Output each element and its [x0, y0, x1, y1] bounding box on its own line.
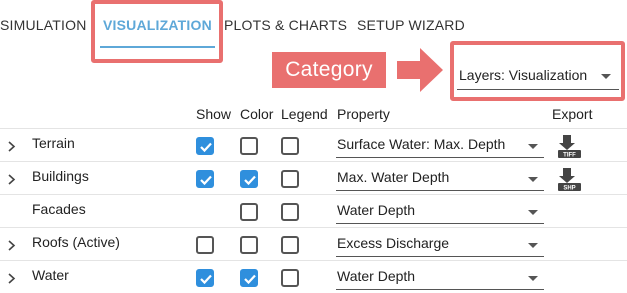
category-callout: Category — [272, 52, 386, 88]
row-divider — [0, 227, 627, 228]
caret-down-icon — [528, 144, 538, 149]
show-checkbox[interactable] — [196, 137, 214, 155]
header-color: Color — [240, 106, 274, 122]
row-divider — [0, 161, 627, 162]
table-row: Terrain Surface Water: Max. Depth TIFF — [0, 128, 627, 161]
callout-arrow-icon — [397, 48, 443, 92]
chevron-right-icon[interactable] — [7, 139, 16, 152]
color-checkbox[interactable] — [240, 269, 258, 287]
download-icon[interactable]: SHP — [557, 167, 582, 192]
svg-text:SHP: SHP — [563, 185, 575, 191]
property-dropdown[interactable]: Max. Water Depth — [336, 165, 544, 191]
layer-name: Buildings — [32, 168, 89, 184]
property-dropdown-value: Water Depth — [337, 268, 416, 284]
show-checkbox[interactable] — [196, 236, 214, 254]
top-tab-bar: SIMULATION VISUALIZATION PLOTS & CHARTS … — [0, 0, 627, 50]
legend-checkbox[interactable] — [281, 203, 299, 221]
caret-down-icon — [528, 210, 538, 215]
tab-visualization[interactable]: VISUALIZATION — [103, 17, 212, 33]
color-checkbox[interactable] — [240, 170, 258, 188]
download-icon[interactable]: TIFF — [557, 134, 582, 159]
row-divider — [0, 194, 627, 195]
category-dropdown-value: Layers: Visualization — [459, 67, 588, 83]
layer-name: Water — [32, 267, 69, 283]
show-checkbox[interactable] — [196, 170, 214, 188]
category-dropdown[interactable]: Layers: Visualization — [457, 64, 619, 90]
row-divider — [0, 128, 627, 129]
color-checkbox[interactable] — [240, 137, 258, 155]
layer-name: Facades — [32, 201, 86, 217]
caret-down-icon — [528, 243, 538, 248]
property-dropdown[interactable]: Excess Discharge — [336, 231, 544, 257]
svg-text:TIFF: TIFF — [563, 152, 576, 158]
header-property: Property — [337, 106, 390, 122]
layer-name: Roofs (Active) — [32, 234, 120, 250]
property-dropdown[interactable]: Surface Water: Max. Depth — [336, 132, 544, 158]
property-dropdown-value: Max. Water Depth — [337, 169, 450, 185]
tab-setup-wizard[interactable]: SETUP WIZARD — [357, 17, 465, 33]
header-show: Show — [196, 106, 232, 122]
property-dropdown-value: Water Depth — [337, 202, 416, 218]
property-dropdown-value: Surface Water: Max. Depth — [337, 136, 506, 152]
caret-down-icon — [528, 177, 538, 182]
active-tab-indicator — [100, 46, 215, 48]
legend-checkbox[interactable] — [281, 137, 299, 155]
chevron-right-icon[interactable] — [7, 172, 16, 185]
tab-simulation[interactable]: SIMULATION — [0, 17, 87, 33]
legend-checkbox[interactable] — [281, 236, 299, 254]
chevron-right-icon[interactable] — [7, 271, 16, 284]
property-dropdown[interactable]: Water Depth — [336, 198, 544, 224]
show-checkbox[interactable] — [196, 269, 214, 287]
legend-checkbox[interactable] — [281, 269, 299, 287]
legend-checkbox[interactable] — [281, 170, 299, 188]
header-export: Export — [552, 106, 593, 122]
header-legend: Legend — [281, 106, 328, 122]
table-row: Water Water Depth — [0, 260, 627, 293]
table-row: Roofs (Active) Excess Discharge — [0, 227, 627, 260]
caret-down-icon — [528, 276, 538, 281]
row-divider — [0, 260, 627, 261]
property-dropdown-value: Excess Discharge — [337, 235, 450, 251]
color-checkbox[interactable] — [240, 236, 258, 254]
color-checkbox[interactable] — [240, 203, 258, 221]
tab-plots-charts[interactable]: PLOTS & CHARTS — [224, 17, 347, 33]
layer-name: Terrain — [32, 135, 75, 151]
table-row: Buildings Max. Water Depth SHP — [0, 161, 627, 194]
caret-down-icon — [601, 74, 611, 79]
table-row: Facades Water Depth — [0, 194, 627, 227]
property-dropdown[interactable]: Water Depth — [336, 264, 544, 290]
chevron-right-icon[interactable] — [7, 238, 16, 251]
